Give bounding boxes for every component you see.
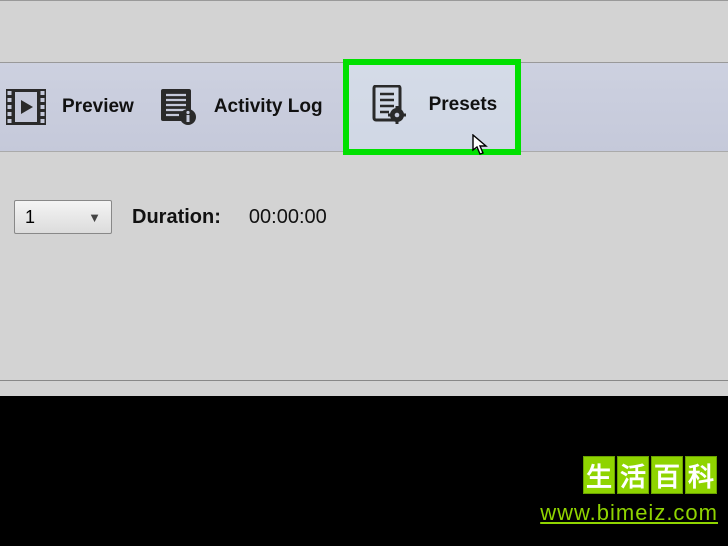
film-play-icon [6, 87, 46, 127]
count-dropdown[interactable]: 1 ▼ [14, 200, 112, 234]
watermark-char: 科 [685, 456, 717, 494]
log-info-icon [158, 87, 198, 127]
window-top-area [0, 0, 728, 62]
watermark-char: 活 [617, 456, 649, 494]
dropdown-value: 1 [25, 207, 35, 228]
chevron-down-icon: ▼ [88, 210, 101, 225]
horizontal-divider [0, 380, 728, 381]
tab-presets[interactable]: Presets [343, 59, 522, 155]
duration-label: Duration: [132, 206, 221, 229]
tab-activity-log-label: Activity Log [214, 96, 323, 118]
content-row: 1 ▼ Duration: 00:00:00 [0, 152, 728, 282]
tab-bar: Preview Activity Log [0, 62, 728, 152]
duration-value: 00:00:00 [249, 206, 327, 229]
watermark-url: www.bimeiz.com [540, 500, 718, 526]
document-gear-icon [369, 85, 409, 125]
tab-preview-label: Preview [62, 96, 134, 118]
tab-preview[interactable]: Preview [2, 81, 154, 133]
tab-presets-label: Presets [429, 94, 498, 116]
tab-activity-log[interactable]: Activity Log [154, 81, 343, 133]
watermark-char: 百 [651, 456, 683, 494]
watermark-char: 生 [583, 456, 615, 494]
watermark-badge: 生 活 百 科 [582, 456, 718, 494]
footer-black: 生 活 百 科 www.bimeiz.com [0, 396, 728, 546]
